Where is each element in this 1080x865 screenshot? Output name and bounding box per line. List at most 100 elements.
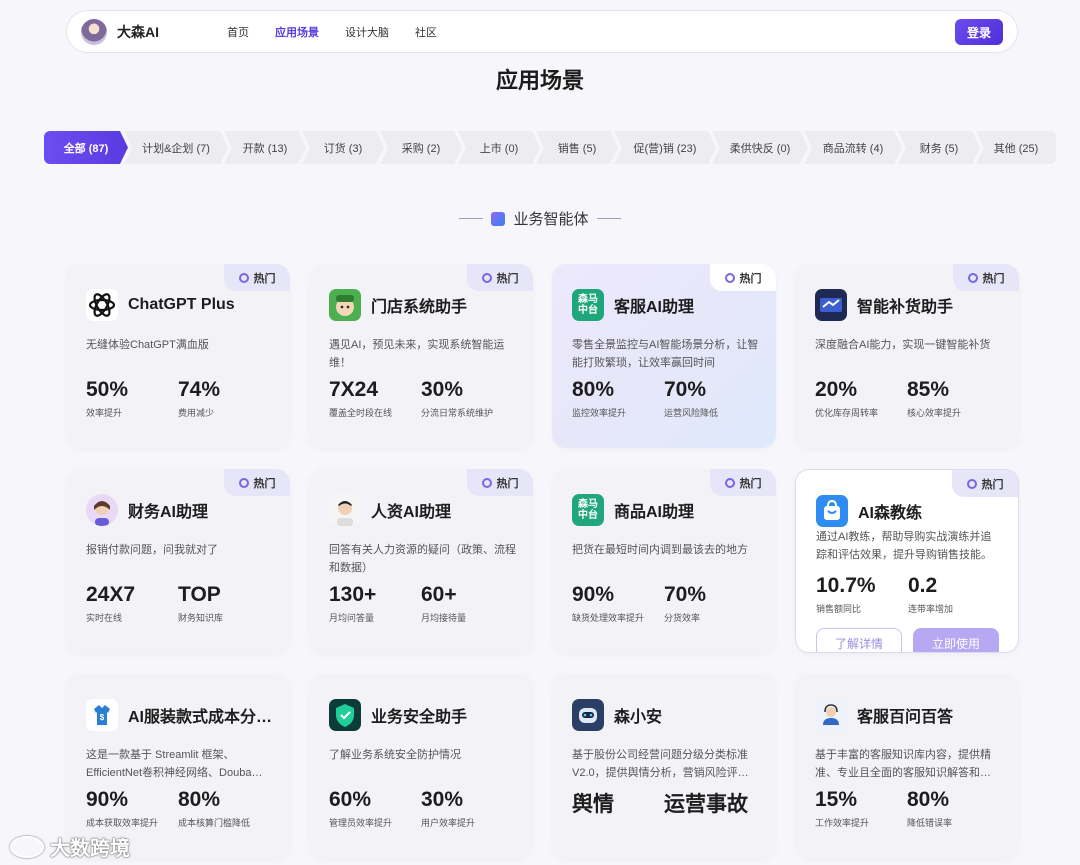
card-stat: TOP 财务知识库 — [178, 583, 224, 623]
card-stat: 80% 成本核算门槛降低 — [178, 788, 251, 828]
agent-card-customer-service-ai[interactable]: 热门 森马 中台 客服AI助理 零售全景监控与AI智能场景分析，让智能打败繁琐，… — [552, 264, 776, 448]
brand-name[interactable]: 大森AI — [117, 22, 159, 42]
filter-sales[interactable]: 销售 (5) — [536, 131, 618, 164]
filter-finance[interactable]: 财务 (5) — [898, 131, 980, 164]
card-stat: 30% 分流日常系统维护 — [421, 378, 494, 418]
hot-label: 热门 — [739, 272, 762, 285]
agent-card-garment-cost[interactable]: $ AI服装款式成本分… 这是一款基于 Streamlit 框架、Efficie… — [66, 674, 290, 858]
hot-ring-icon — [966, 478, 977, 489]
hot-badge: 热门 — [224, 264, 290, 291]
agent-card-cs-qa[interactable]: 客服百问百答 基于丰富的客服知识库内容，提供精准、专业且全面的客服知识解答和… … — [795, 674, 1019, 858]
filter-other[interactable]: 其他 (25) — [976, 131, 1056, 164]
agent-card-smart-replenish[interactable]: 热门 智能补货助手 深度融合AI能力，实现一键智能补货 20% 优化库存周转率 8… — [795, 264, 1019, 448]
agent-card-store-assistant[interactable]: 热门 门店系统助手 遇见AI，预见未来，实现系统智能运维！ 7X24 覆盖全时段在… — [309, 264, 533, 448]
watermark-text: 大数跨境 — [50, 838, 130, 860]
card-stat: 10.7% 销售额同比 — [816, 574, 876, 614]
card-title: 财务AI助理 — [128, 504, 209, 521]
agent-card-ai-coach[interactable]: 热门 AI森教练 通过AI教练，帮助导购实战演练并追踪和评估效果，提升导购销售技… — [795, 469, 1019, 653]
senma-platform-icon: 森马 中台 — [572, 289, 604, 321]
card-description: 了解业务系统安全防护情况 — [329, 749, 461, 761]
card-title: 森小安 — [614, 709, 663, 726]
hot-ring-icon — [724, 477, 735, 488]
card-stat: 24X7 实时在线 — [86, 583, 136, 623]
finance-avatar-icon — [86, 494, 118, 526]
agent-card-sen-xiao-an[interactable]: 森小安 基于股份公司经营问题分级分类标准V2.0，提供舆情分析，营销风险评… 舆… — [552, 674, 776, 858]
card-description: 遇见AI，预见未来，实现系统智能运维！ — [329, 339, 505, 369]
card-stat: 70% 分货效率 — [664, 583, 707, 623]
filter-development[interactable]: 开款 (13) — [224, 131, 306, 164]
card-title: ChatGPT Plus — [128, 296, 235, 313]
filter-planning[interactable]: 计划&企划 (7) — [124, 131, 228, 164]
hot-badge: 热门 — [710, 264, 776, 291]
store-assistant-icon — [329, 289, 361, 321]
agent-card-product-ai[interactable]: 热门 森马 中台 商品AI助理 把货在最短时间内调到最该去的地方 90% 缺货处理… — [552, 469, 776, 653]
card-title: AI服装款式成本分… — [128, 709, 273, 726]
top-nav-bar: 大森AI 首页 应用场景 设计大脑 社区 登录 — [66, 10, 1018, 53]
nav-item-scenarios[interactable]: 应用场景 — [275, 24, 319, 40]
brand-logo-icon[interactable] — [81, 18, 107, 45]
card-description: 零售全景监控与AI智能场景分析，让智能打败繁琐，让效率赢回时间 — [572, 339, 759, 369]
hot-ring-icon — [481, 272, 492, 283]
hot-label: 热门 — [981, 478, 1004, 491]
hot-label: 热门 — [253, 272, 276, 285]
card-stat: 舆情 — [572, 793, 614, 816]
agent-card-chatgpt-plus[interactable]: 热门 ChatGPT Plus 无缝体验ChatGPT满血版 50% 效率提升 7… — [66, 264, 290, 448]
filter-ordering[interactable]: 订货 (3) — [302, 131, 384, 164]
hr-avatar-icon — [329, 494, 361, 526]
card-stat: 85% 核心效率提升 — [907, 378, 962, 418]
hot-badge: 热门 — [467, 469, 533, 496]
card-stat: 7X24 覆盖全时段在线 — [329, 378, 393, 418]
hot-ring-icon — [967, 272, 978, 283]
card-stat: 60+ 月均接待量 — [421, 583, 467, 623]
card-title: AI森教练 — [858, 505, 923, 522]
card-stat: 30% 用户效率提升 — [421, 788, 476, 828]
card-stat: 70% 运营风险降低 — [664, 378, 719, 418]
robot-icon — [572, 699, 604, 731]
category-filter-bar: 全部 (87) 计划&企划 (7) 开款 (13) 订货 (3) 采购 (2) … — [44, 131, 1056, 164]
filter-flexible-supply[interactable]: 柔供快反 (0) — [712, 131, 808, 164]
card-description: 深度融合AI能力，实现一键智能补货 — [815, 339, 991, 351]
use-now-button[interactable]: 立即使用 — [913, 628, 999, 652]
card-title: 智能补货助手 — [857, 299, 954, 316]
login-button[interactable]: 登录 — [955, 19, 1003, 45]
openai-icon — [86, 289, 118, 321]
divider — [459, 218, 484, 219]
hot-label: 热门 — [982, 272, 1005, 285]
hot-label: 热门 — [253, 477, 276, 490]
agent-card-finance-ai[interactable]: 热门 财务AI助理 报销付款问题，问我就对了 24X7 实时在线 TOP 财务知识库 — [66, 469, 290, 653]
card-stat: 90% 缺货处理效率提升 — [572, 583, 645, 623]
hot-label: 热门 — [496, 477, 519, 490]
nav-item-community[interactable]: 社区 — [415, 24, 437, 40]
hot-ring-icon — [238, 272, 249, 283]
card-description: 回答有关人力资源的疑问（政策、流程和数据） — [329, 544, 516, 574]
card-description: 报销付款问题，问我就对了 — [86, 544, 218, 556]
hot-ring-icon — [481, 477, 492, 488]
nav-item-home[interactable]: 首页 — [227, 24, 249, 40]
hot-badge: 热门 — [467, 264, 533, 291]
card-description: 基于股份公司经营问题分级分类标准V2.0，提供舆情分析，营销风险评… — [572, 749, 749, 779]
card-stat: 130+ 月均问答量 — [329, 583, 377, 623]
filter-promotion[interactable]: 促(营)销 (23) — [614, 131, 716, 164]
filter-launch[interactable]: 上市 (0) — [458, 131, 540, 164]
hot-badge: 热门 — [224, 469, 290, 496]
card-stat: 90% 成本获取效率提升 — [86, 788, 159, 828]
card-stat: 80% 监控效率提升 — [572, 378, 627, 418]
learn-more-button[interactable]: 了解详情 — [816, 628, 902, 652]
hot-badge: 热门 — [952, 470, 1018, 497]
section-title: 业务智能体 — [0, 208, 1080, 229]
card-stat: 60% 管理员效率提升 — [329, 788, 393, 828]
watermark-logo-icon — [10, 835, 44, 858]
svg-text:$: $ — [100, 713, 105, 722]
agent-card-hr-ai[interactable]: 热门 人资AI助理 回答有关人力资源的疑问（政策、流程和数据） 130+ 月均问答… — [309, 469, 533, 653]
agent-card-security-assistant[interactable]: 业务安全助手 了解业务系统安全防护情况 60% 管理员效率提升 30% 用户效率提升 — [309, 674, 533, 858]
hot-ring-icon — [238, 477, 249, 488]
nav-item-design-brain[interactable]: 设计大脑 — [345, 24, 389, 40]
filter-all[interactable]: 全部 (87) — [44, 131, 128, 164]
card-stat: 0.2 连带率增加 — [908, 574, 954, 614]
filter-purchasing[interactable]: 采购 (2) — [380, 131, 462, 164]
card-title: 门店系统助手 — [371, 299, 468, 316]
filter-product-flow[interactable]: 商品流转 (4) — [804, 131, 902, 164]
watermark: 大数跨境 — [10, 832, 130, 861]
card-stat: 74% 费用减少 — [178, 378, 221, 418]
hot-badge: 热门 — [953, 264, 1019, 291]
